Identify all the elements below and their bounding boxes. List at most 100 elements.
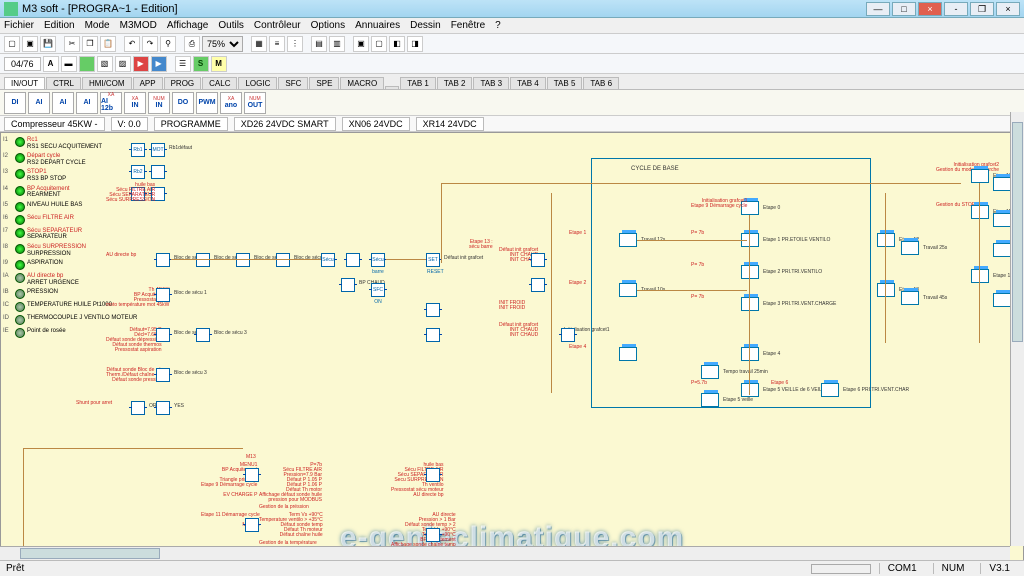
palette-pwm[interactable]: PWM bbox=[196, 92, 218, 114]
palette-ai[interactable]: AI bbox=[76, 92, 98, 114]
distribute-icon[interactable]: ⋮ bbox=[287, 36, 303, 52]
palette-do[interactable]: DO bbox=[172, 92, 194, 114]
function-block[interactable] bbox=[131, 401, 145, 415]
menu-m3mod[interactable]: M3MOD bbox=[120, 20, 157, 31]
ungroup-icon[interactable]: ▢ bbox=[371, 36, 387, 52]
grafcet-step[interactable] bbox=[877, 283, 895, 297]
menu-?[interactable]: ? bbox=[495, 20, 501, 31]
zoom-select[interactable]: 75% bbox=[202, 36, 243, 52]
save-icon[interactable]: 💾 bbox=[40, 36, 56, 52]
function-block[interactable]: MOT bbox=[151, 143, 165, 157]
cut-icon[interactable]: ✂ bbox=[64, 36, 80, 52]
function-block[interactable] bbox=[156, 288, 170, 302]
function-block[interactable] bbox=[156, 328, 170, 342]
function-block[interactable] bbox=[426, 328, 440, 342]
menu-affichage[interactable]: Affichage bbox=[167, 20, 209, 31]
tab-tab-6[interactable]: TAB 6 bbox=[583, 77, 619, 89]
function-block[interactable] bbox=[426, 468, 440, 482]
grafcet-step[interactable] bbox=[619, 233, 637, 247]
palette-in[interactable]: NUMIN bbox=[148, 92, 170, 114]
palette-ano[interactable]: XAano bbox=[220, 92, 242, 114]
text-icon[interactable]: A bbox=[43, 56, 59, 72]
redo-icon[interactable]: ↷ bbox=[142, 36, 158, 52]
grafcet-step[interactable] bbox=[901, 241, 919, 255]
minimize-button[interactable]: — bbox=[866, 2, 890, 16]
diagram-canvas[interactable]: I1Rc1RS1 SECU ACQUITEMENT I2Départ cycleR… bbox=[0, 132, 1024, 576]
function-block[interactable] bbox=[236, 253, 250, 267]
function-block[interactable] bbox=[531, 278, 545, 292]
tool-d-icon[interactable]: ▨ bbox=[115, 56, 131, 72]
tab-tab-3[interactable]: TAB 3 bbox=[473, 77, 509, 89]
grid-icon[interactable]: ▦ bbox=[251, 36, 267, 52]
tab-tab-4[interactable]: TAB 4 bbox=[510, 77, 546, 89]
grafcet-step[interactable] bbox=[619, 283, 637, 297]
function-block[interactable] bbox=[156, 368, 170, 382]
tab-logic[interactable]: LOGIC bbox=[238, 77, 277, 89]
mdi-minimize-button[interactable]: - bbox=[944, 2, 968, 16]
group-icon[interactable]: ▣ bbox=[353, 36, 369, 52]
wire-icon[interactable]: ☰ bbox=[175, 56, 191, 72]
tab-tab-2[interactable]: TAB 2 bbox=[437, 77, 473, 89]
menu-options[interactable]: Options bbox=[311, 20, 345, 31]
grafcet-step[interactable] bbox=[971, 269, 989, 283]
fill-icon[interactable]: ▬ bbox=[61, 56, 77, 72]
board2-box[interactable]: XN06 24VDC bbox=[342, 117, 410, 131]
palette-di[interactable]: DI bbox=[4, 92, 26, 114]
tab-app[interactable]: APP bbox=[133, 77, 163, 89]
function-block[interactable] bbox=[561, 328, 575, 342]
new-icon[interactable]: ▢ bbox=[4, 36, 20, 52]
function-block[interactable]: Sécu bbox=[321, 253, 335, 267]
function-block[interactable] bbox=[196, 328, 210, 342]
io-I9[interactable]: I9ASPIRATION bbox=[3, 260, 137, 270]
tab-hmi-com[interactable]: HMI/COM bbox=[82, 77, 132, 89]
palette-out[interactable]: NUMOUT bbox=[244, 92, 266, 114]
tab-tab-1[interactable]: TAB 1 bbox=[400, 77, 436, 89]
vertical-scrollbar[interactable] bbox=[1010, 112, 1024, 546]
play-icon[interactable]: ▶ bbox=[151, 56, 167, 72]
palette-ai[interactable]: AI bbox=[52, 92, 74, 114]
grafcet-step[interactable] bbox=[971, 169, 989, 183]
paste-icon[interactable]: 📋 bbox=[100, 36, 116, 52]
io-I2[interactable]: I2Départ cycleRS2 DEPART CYCLE bbox=[3, 153, 137, 166]
grafcet-step[interactable] bbox=[741, 383, 759, 397]
stop-icon[interactable]: ▶ bbox=[133, 56, 149, 72]
function-block[interactable]: SET RESET bbox=[426, 253, 440, 267]
board1-box[interactable]: XD26 24VDC SMART bbox=[234, 117, 336, 131]
io-I6[interactable]: I6Sécu FILTRE AIR bbox=[3, 215, 137, 225]
tab-sfc[interactable]: SFC bbox=[278, 77, 308, 89]
tool-b-icon[interactable]: ▥ bbox=[329, 36, 345, 52]
menu-mode[interactable]: Mode bbox=[85, 20, 110, 31]
menu-fenêtre[interactable]: Fenêtre bbox=[451, 20, 485, 31]
tab-tab-5[interactable]: TAB 5 bbox=[547, 77, 583, 89]
function-block[interactable] bbox=[151, 165, 165, 179]
mdi-close-button[interactable]: × bbox=[996, 2, 1020, 16]
undo-icon[interactable]: ↶ bbox=[124, 36, 140, 52]
color-green-icon[interactable] bbox=[79, 56, 95, 72]
function-block[interactable] bbox=[426, 303, 440, 317]
function-block[interactable] bbox=[196, 253, 210, 267]
palette-in[interactable]: XAIN bbox=[124, 92, 146, 114]
function-block[interactable]: Sécu barre bbox=[371, 253, 385, 267]
tab-ctrl[interactable]: CTRL bbox=[46, 77, 81, 89]
mode-s-button[interactable]: S bbox=[193, 56, 209, 72]
io-I5[interactable]: I5NIVEAU HUILE BAS bbox=[3, 202, 137, 212]
function-block[interactable]: SFC ON bbox=[371, 283, 385, 297]
function-block[interactable] bbox=[276, 253, 290, 267]
function-block[interactable] bbox=[156, 253, 170, 267]
io-IA[interactable]: IAAU directe bpARRET URGENCE bbox=[3, 273, 137, 286]
misc2-icon[interactable]: ◨ bbox=[407, 36, 423, 52]
function-block[interactable] bbox=[156, 401, 170, 415]
close-button[interactable]: × bbox=[918, 2, 942, 16]
open-icon[interactable]: ▣ bbox=[22, 36, 38, 52]
find-icon[interactable]: ⚲ bbox=[160, 36, 176, 52]
grafcet-step[interactable] bbox=[701, 365, 719, 379]
io-ID[interactable]: IDTHERMOCOUPLE J VENTILO MOTEUR bbox=[3, 315, 137, 325]
board3-box[interactable]: XR14 24VDC bbox=[416, 117, 484, 131]
io-I1[interactable]: I1Rc1RS1 SECU ACQUITEMENT bbox=[3, 137, 137, 150]
function-block[interactable] bbox=[346, 253, 360, 267]
grafcet-step[interactable] bbox=[741, 265, 759, 279]
palette-ai12b[interactable]: XAAI 12b bbox=[100, 92, 122, 114]
menu-fichier[interactable]: Fichier bbox=[4, 20, 34, 31]
grafcet-step[interactable] bbox=[971, 205, 989, 219]
tab-blank[interactable] bbox=[385, 86, 399, 89]
